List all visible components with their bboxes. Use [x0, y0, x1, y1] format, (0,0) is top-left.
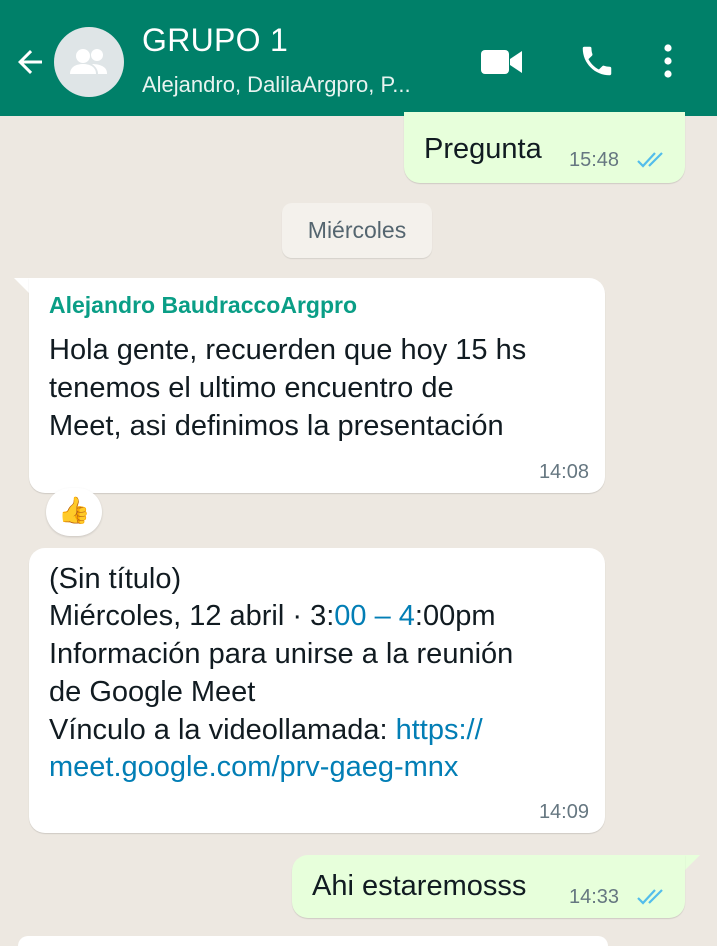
message-bubble-outgoing[interactable]: Pregunta 15:48 [404, 112, 685, 183]
videocall-link-line: Vínculo a la videollamada: https:// [49, 711, 483, 749]
sender-name[interactable]: Alejandro BaudraccoArgpro [49, 292, 357, 319]
group-avatar-icon[interactable] [54, 27, 124, 97]
message-bubble-incoming[interactable]: Alejandro BaudraccoArgpro Hola gente, re… [29, 278, 605, 493]
event-date: Miércoles, 12 abril · 3:00 – 4:00pm [49, 597, 496, 635]
meet-link[interactable]: meet.google.com/prv-gaeg-mnx [49, 748, 458, 786]
video-call-icon[interactable] [480, 46, 524, 78]
message-bubble-incoming[interactable]: (Sin título) Miércoles, 12 abril · 3:00 … [29, 548, 605, 833]
message-time: 14:08 [538, 461, 589, 483]
message-line: Hola gente, recuerden que hoy 15 hs [49, 334, 527, 366]
message-line: Meet, asi definimos la presentación [49, 410, 504, 442]
event-date-prefix: Miércoles, 12 abril · 3: [49, 600, 335, 632]
message-time: 15:48 [569, 149, 620, 171]
message-text: Pregunta [424, 133, 542, 165]
reaction-badge[interactable]: 👍 [46, 488, 102, 536]
chat-header: GRUPO 1 Alejandro, DalilaArgpro, P... [0, 0, 717, 116]
thumbs-up-icon: 👍 [58, 495, 91, 525]
back-arrow-icon[interactable] [12, 44, 48, 80]
read-ticks-icon [637, 889, 663, 905]
day-separator-chip: Miércoles [282, 203, 432, 258]
message-text: Ahi estaremosss [312, 870, 527, 902]
event-title: (Sin título) [49, 563, 182, 595]
meet-link[interactable]: https:// [396, 714, 483, 746]
chat-participants[interactable]: Alejandro, DalilaArgpro, P... [142, 72, 462, 98]
link-label: Vínculo a la videollamada: [49, 714, 396, 746]
phone-call-icon[interactable] [578, 42, 616, 80]
more-options-icon[interactable] [660, 42, 676, 82]
event-time-link[interactable]: 00 – 4 [334, 600, 415, 632]
message-time: 14:33 [569, 886, 620, 908]
message-bubble-partial[interactable] [18, 936, 608, 946]
message-bubble-outgoing[interactable]: Ahi estaremosss 14:33 [292, 855, 685, 918]
bubble-tail [684, 855, 700, 871]
message-line: de Google Meet [49, 676, 256, 708]
event-date-suffix: :00pm [414, 600, 496, 632]
read-ticks-icon [637, 152, 663, 168]
message-line: Información para unirse a la reunión [49, 638, 514, 670]
message-line: tenemos el ultimo encuentro de [49, 372, 454, 404]
chat-title[interactable]: GRUPO 1 [142, 22, 288, 59]
message-time: 14:09 [538, 801, 589, 823]
